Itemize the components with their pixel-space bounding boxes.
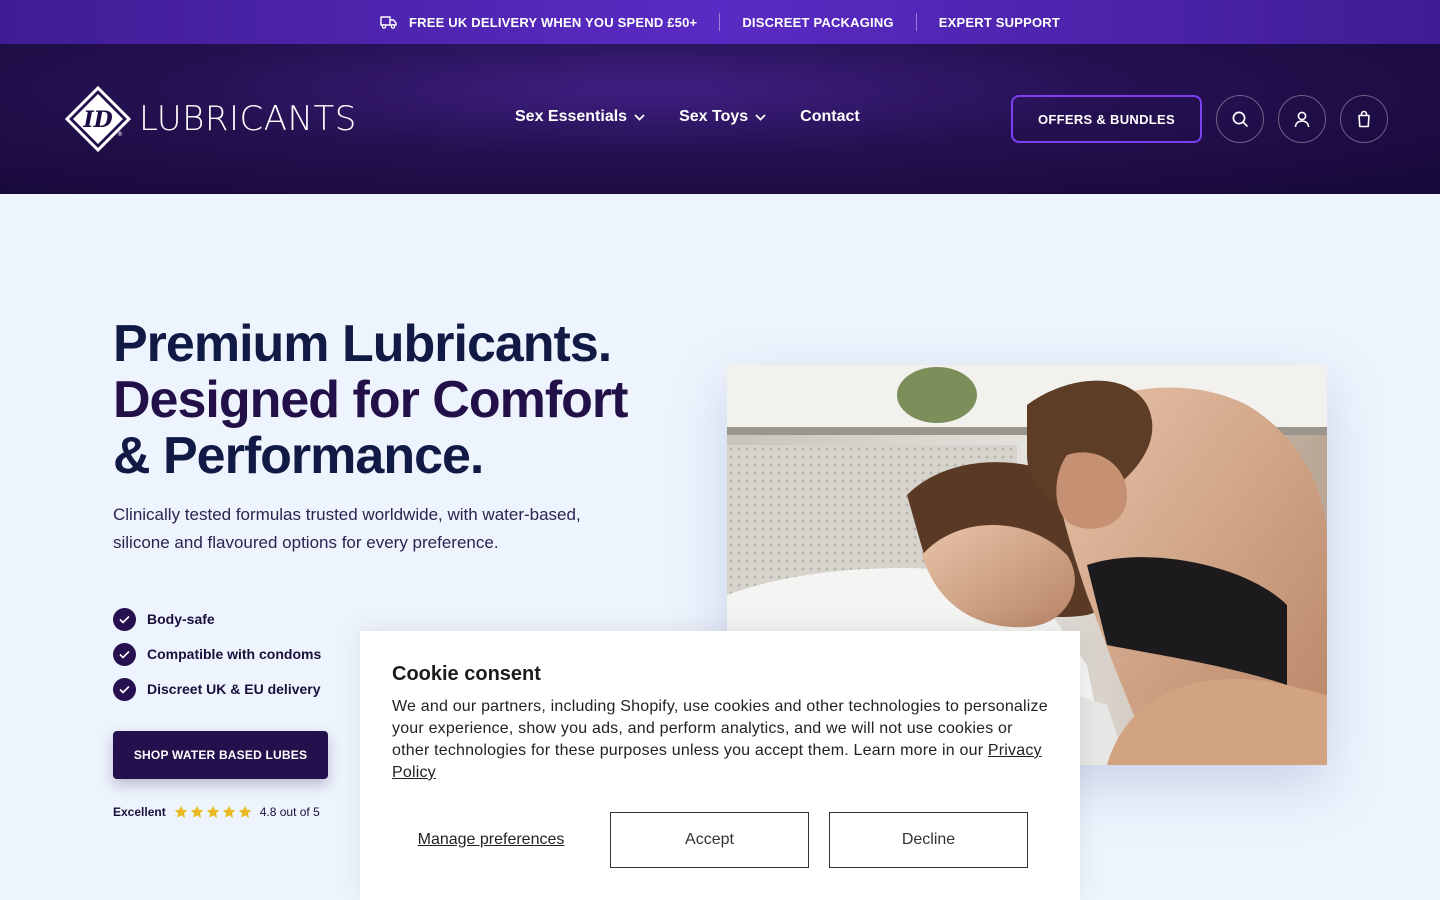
hero-title-line: Premium Lubricants. [113,315,612,373]
chevron-down-icon [634,113,645,121]
site-logo[interactable]: ID ® LUBRICANTS [64,85,357,153]
hero-title: Premium Lubricants. Designed for Comfort… [113,316,673,484]
cookie-actions: Manage preferences Accept Decline [392,812,1028,868]
announcement-delivery: FREE UK DELIVERY WHEN YOU SPEND £50+ [358,13,719,31]
search-button[interactable] [1216,95,1264,143]
hero-subtitle: Clinically tested formulas trusted world… [113,505,581,552]
site-header: ID ® LUBRICANTS Sex Essentials Sex Toys … [0,44,1440,194]
star-icon [222,805,236,818]
star-icon [190,805,204,818]
cookie-body: We and our partners, including Shopify, … [392,696,1048,784]
accept-button[interactable]: Accept [610,812,809,868]
chevron-down-icon [755,113,766,121]
account-icon [1294,111,1310,128]
account-button[interactable] [1278,95,1326,143]
rating-score: 4.8 out of 5 [259,805,320,819]
star-icon [174,805,188,818]
shop-water-based-button[interactable]: SHOP WATER BASED LUBES [113,731,328,779]
feature-item: Compatible with condoms [113,642,321,666]
announcement-delivery-text: FREE UK DELIVERY WHEN YOU SPEND £50+ [408,14,698,30]
cart-icon [1358,110,1370,128]
logo-text: LUBRICANTS [139,99,357,139]
nav-label: Sex Toys [679,108,749,125]
star-icon [238,805,252,818]
nav-label: Contact [800,108,860,125]
feature-label: Discreet UK & EU delivery [147,681,321,697]
announcement-bar: FREE UK DELIVERY WHEN YOU SPEND £50+ DIS… [0,0,1440,44]
offers-bundles-button[interactable]: OFFERS & BUNDLES [1011,95,1202,143]
cart-button[interactable] [1340,95,1388,143]
decline-button[interactable]: Decline [829,812,1028,868]
nav-contact[interactable]: Contact [800,108,860,126]
svg-text:®: ® [117,131,123,138]
announcement-support: EXPERT SUPPORT [917,13,1082,31]
feature-label: Body-safe [147,611,215,627]
svg-text:ID: ID [82,107,112,133]
rating-stars [174,805,252,819]
manage-preferences-link[interactable]: Manage preferences [392,812,590,868]
feature-item: Discreet UK & EU delivery [113,677,321,701]
cookie-consent-dialog: Cookie consent We and our partners, incl… [360,631,1080,900]
announcement-packaging: DISCREET PACKAGING [720,13,915,31]
rating-label: Excellent [113,805,166,819]
feature-label: Compatible with condoms [147,646,322,662]
cookie-title: Cookie consent [392,663,541,685]
feature-list: Body-safe Compatible with condoms Discre… [113,607,321,712]
hero-title-line: Designed for Comfort [113,371,628,429]
announcement-packaging-text: DISCREET PACKAGING [742,14,894,30]
truck-icon [380,16,397,29]
logo-mark-icon: ID ® [64,85,132,153]
feature-item: Body-safe [113,607,321,631]
nav-sex-essentials[interactable]: Sex Essentials [515,108,645,126]
nav-label: Sex Essentials [515,108,628,125]
star-icon [206,805,220,818]
check-icon [113,607,136,631]
cookie-body-text: We and our partners, including Shopify, … [392,698,1048,759]
search-icon [1232,111,1248,127]
rating-summary: Excellent 4.8 out of 5 [113,805,320,819]
check-icon [113,677,136,701]
main-nav: Sex Essentials Sex Toys Contact [515,108,860,126]
hero-title-line: & Performance. [113,427,484,485]
nav-sex-toys[interactable]: Sex Toys [679,108,766,126]
announcement-support-text: EXPERT SUPPORT [938,14,1061,30]
check-icon [113,642,136,666]
